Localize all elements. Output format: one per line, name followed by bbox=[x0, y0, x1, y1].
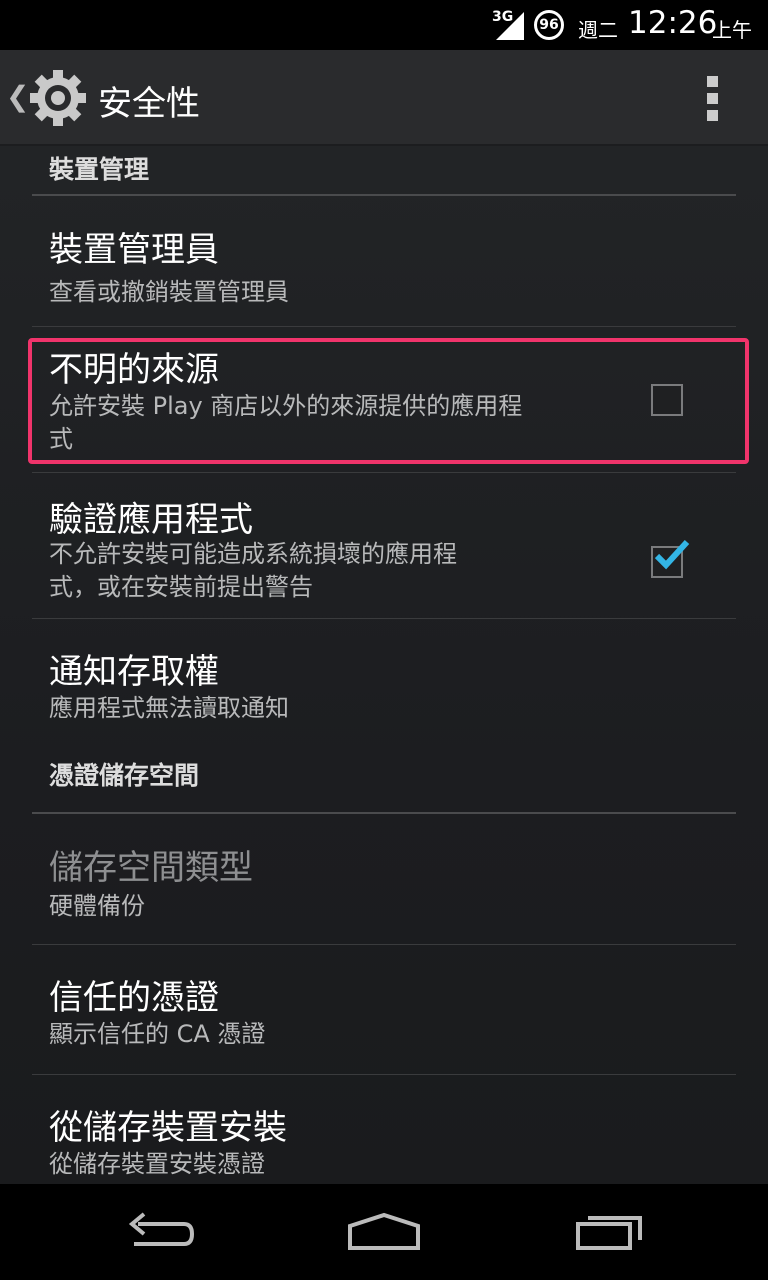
pref-device-administrators[interactable]: 裝置管理員 查看或撤銷裝置管理員 bbox=[32, 206, 736, 326]
highlight-box bbox=[28, 338, 749, 464]
pref-summary: 查看或撤銷裝置管理員 bbox=[49, 278, 289, 306]
pref-title: 裝置管理員 bbox=[49, 230, 219, 270]
status-time: 12:26 bbox=[628, 5, 718, 41]
gear-icon[interactable] bbox=[28, 68, 88, 128]
pref-notification-access[interactable]: 通知存取權 應用程式無法讀取通知 bbox=[32, 622, 736, 734]
page-title: 安全性 bbox=[98, 84, 200, 124]
verify-apps-checkbox[interactable] bbox=[651, 539, 690, 578]
divider bbox=[32, 944, 736, 945]
pref-install-from-storage[interactable]: 從儲存裝置安裝 從儲存裝置安裝憑證 bbox=[32, 1078, 736, 1184]
status-day: 週二 bbox=[578, 18, 618, 42]
pref-title: 通知存取權 bbox=[49, 652, 219, 692]
pref-title: 儲存空間類型 bbox=[49, 848, 253, 888]
network-type: 3G bbox=[492, 9, 514, 25]
divider bbox=[32, 618, 736, 619]
action-bar: ❮ 安全性 bbox=[0, 50, 768, 146]
recent-apps-icon[interactable] bbox=[574, 1212, 646, 1252]
pref-title: 從儲存裝置安裝 bbox=[49, 1108, 287, 1148]
pref-summary: 不允許安裝可能造成系統損壞的應用程 bbox=[49, 540, 457, 568]
divider bbox=[32, 472, 736, 473]
pref-summary: 應用程式無法讀取通知 bbox=[49, 694, 289, 722]
pref-summary: 硬體備份 bbox=[49, 892, 145, 920]
status-bar: 3G 96 週二 12:26 上午 bbox=[0, 0, 768, 50]
settings-list[interactable]: 裝置管理 裝置管理員 查看或撤銷裝置管理員 不明的來源 允許安裝 Play 商店… bbox=[0, 146, 768, 1184]
back-icon[interactable] bbox=[124, 1212, 196, 1252]
battery-indicator: 96 bbox=[534, 10, 564, 40]
divider bbox=[32, 1074, 736, 1075]
pref-verify-apps[interactable]: 驗證應用程式 不允許安裝可能造成系統損壞的應用程 式，或在安裝前提出警告 bbox=[32, 476, 736, 618]
section-header-credential-storage: 憑證儲存空間 bbox=[32, 756, 736, 814]
section-header-device-admin: 裝置管理 bbox=[32, 150, 736, 196]
pref-summary: 顯示信任的 CA 憑證 bbox=[49, 1020, 266, 1048]
pref-trusted-credentials[interactable]: 信任的憑證 顯示信任的 CA 憑證 bbox=[32, 948, 736, 1074]
pref-summary: 從儲存裝置安裝憑證 bbox=[49, 1150, 265, 1178]
checkmark-icon bbox=[654, 539, 690, 570]
pref-storage-type: 儲存空間類型 硬體備份 bbox=[32, 818, 736, 944]
pref-title: 信任的憑證 bbox=[49, 978, 219, 1018]
status-ampm: 上午 bbox=[712, 18, 752, 42]
divider bbox=[32, 326, 736, 327]
overflow-menu-icon[interactable] bbox=[704, 76, 720, 122]
home-icon[interactable] bbox=[346, 1212, 422, 1252]
navigation-bar bbox=[0, 1184, 768, 1280]
up-caret-icon[interactable]: ❮ bbox=[6, 80, 29, 113]
pref-title: 驗證應用程式 bbox=[49, 500, 253, 540]
pref-summary-cont: 式，或在安裝前提出警告 bbox=[49, 573, 313, 601]
